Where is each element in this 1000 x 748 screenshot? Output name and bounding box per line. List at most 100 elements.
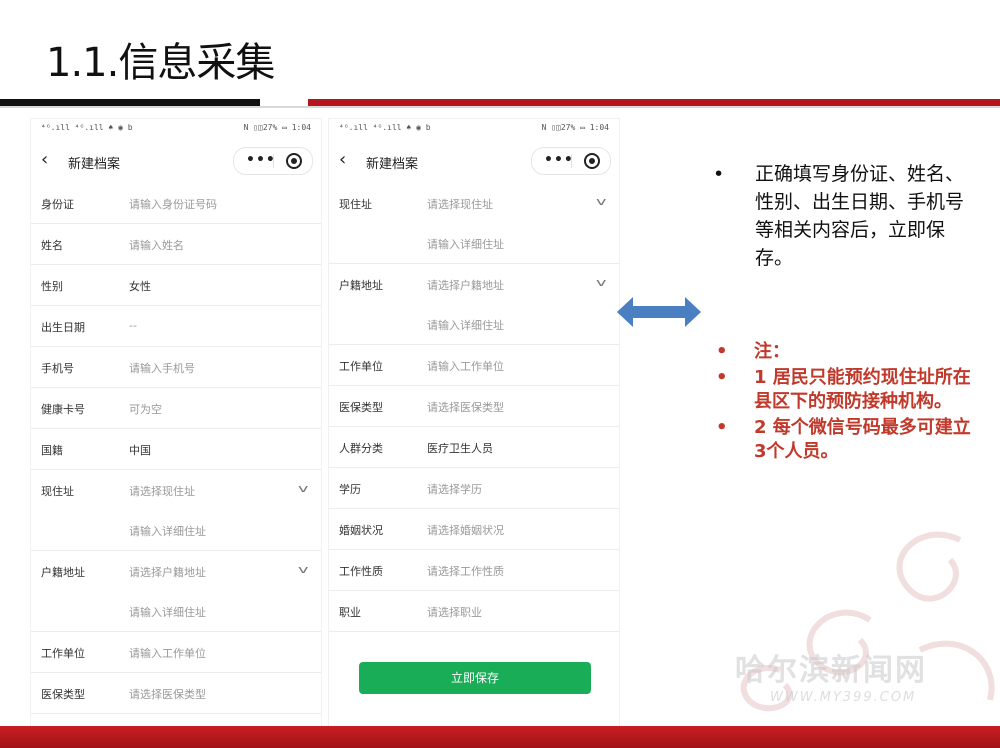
field-value[interactable]: 请输入手机号 [129,360,195,376]
field-label: 姓名 [41,239,63,252]
notes-list: • 注： • 1 居民只能预约现住址所在县区下的预防接种机构。 • 2 每个微信号码最… [716,340,976,466]
bullet-item: • 正确填写身份证、姓名、性别、出生日期、手机号等相关内容后，立即保存。 [713,160,973,272]
field-value[interactable]: 请选择工作性质 [427,563,504,579]
cloud-swirl [918,640,995,701]
field-label: 婚姻状况 [339,524,383,537]
double-arrow-shape [617,297,701,327]
form-row[interactable]: 工作单位 请输入工作单位 [31,632,321,673]
status-bar: ⁴ᴳ.ıll ⁴ᴳ.ıll ♠ ◉ b N ▯◫27% ▭ 1:04 [31,119,321,139]
form-row[interactable]: 现住址 请选择现住址 v [31,470,321,510]
form-row[interactable]: 户籍地址 请选择户籍地址 v [329,264,619,304]
capsule-divider [273,154,274,168]
form-row[interactable]: 请输入详细住址 [329,304,619,345]
note-heading: • 注： [716,340,976,364]
form-row[interactable]: 人群分类 医疗卫生人员 [329,427,619,468]
form-row[interactable]: 健康卡号 可为空 [31,388,321,429]
field-label: 国籍 [41,444,63,457]
header-title: 新建档案 [366,157,419,172]
chevron-down-icon[interactable]: v [597,195,607,208]
close-target-icon[interactable] [286,153,302,169]
form-row[interactable]: 医保类型 请选择医保类型 [329,386,619,427]
field-value[interactable]: 请选择学历 [427,481,482,497]
field-value[interactable]: 请选择职业 [427,604,482,620]
chevron-down-icon[interactable]: v [299,563,309,576]
field-value[interactable]: 请输入详细住址 [129,523,206,539]
field-label: 现住址 [339,198,372,211]
form-row[interactable]: 姓名 请输入姓名 [31,224,321,265]
form-row[interactable]: 工作性质 请选择工作性质 [329,550,619,591]
form-row[interactable]: 学历 请选择学历 [329,468,619,509]
form-row[interactable]: 户籍地址 请选择户籍地址 v [31,551,321,591]
form-row[interactable]: 出生日期 -- [31,306,321,347]
nav-header: ‹ 新建档案 ••• [31,139,321,183]
field-value[interactable]: 中国 [129,442,151,458]
field-label: 工作单位 [41,647,85,660]
field-label: 身份证 [41,198,74,211]
field-value[interactable]: 请选择户籍地址 [129,564,206,580]
form-row[interactable]: 请输入详细住址 [31,591,321,632]
back-arrow-icon[interactable]: ‹ [41,149,48,170]
field-value[interactable]: 请选择户籍地址 [427,277,504,293]
form-row[interactable]: 职业 请选择职业 [329,591,619,632]
field-label: 现住址 [41,485,74,498]
chevron-down-icon[interactable]: v [597,276,607,289]
note-item: • 2 每个微信号码最多可建立3个人员。 [716,416,976,464]
field-label: 户籍地址 [41,566,85,579]
bullet-text: 正确填写身份证、姓名、性别、出生日期、手机号等相关内容后，立即保存。 [755,163,965,269]
field-value[interactable]: -- [129,319,137,332]
field-value[interactable]: 请输入工作单位 [129,645,206,661]
field-label: 健康卡号 [41,403,85,416]
watermark-url: WWW.MY399.COM [770,690,917,705]
status-bar: ⁴ᴳ.ıll ⁴ᴳ.ıll ♠ ◉ b N ▯◫27% ▭ 1:04 [329,119,619,139]
field-value[interactable]: 请输入姓名 [129,237,184,253]
field-label: 户籍地址 [339,279,383,292]
bullet-dot: • [716,341,728,362]
field-value[interactable]: 医疗卫生人员 [427,440,493,456]
field-value[interactable]: 请输入详细住址 [129,604,206,620]
note-text: 2 每个微信号码最多可建立3个人员。 [754,417,971,462]
field-label: 性别 [41,280,63,293]
miniprogram-capsule: ••• [233,147,313,175]
more-icon[interactable]: ••• [544,152,574,168]
field-label: 人群分类 [339,442,383,455]
form-row[interactable]: 手机号 请输入手机号 [31,347,321,388]
chevron-down-icon[interactable]: v [299,482,309,495]
field-value[interactable]: 请选择现住址 [427,196,493,212]
form-row[interactable]: 请输入详细住址 [329,223,619,264]
field-label: 手机号 [41,362,74,375]
field-value[interactable]: 可为空 [129,401,162,417]
field-value[interactable]: 请选择医保类型 [427,399,504,415]
form-row[interactable]: 婚姻状况 请选择婚姻状况 [329,509,619,550]
field-value[interactable]: 女性 [129,278,151,294]
field-value[interactable]: 请选择现住址 [129,483,195,499]
field-value[interactable]: 请选择婚姻状况 [427,522,504,538]
form-row[interactable]: 性别 女性 [31,265,321,306]
close-target-icon[interactable] [584,153,600,169]
field-value[interactable]: 请选择医保类型 [129,686,206,702]
form-row[interactable]: 现住址 请选择现住址 v [329,183,619,223]
miniprogram-capsule: ••• [531,147,611,175]
field-label: 学历 [339,483,361,496]
form-row[interactable]: 请输入详细住址 [31,510,321,551]
note-item: • 1 居民只能预约现住址所在县区下的预防接种机构。 [716,366,976,414]
archive-form: 身份证 请输入身份证号码姓名 请输入姓名性别 女性出生日期 -- 手机号 请输入手机号健康卡… [31,183,321,714]
field-value[interactable]: 请输入详细住址 [427,317,504,333]
note-text: 注： [754,341,790,362]
field-value[interactable]: 请输入身份证号码 [129,196,217,212]
watermark-logo-text: 哈尔滨新闻网 [735,653,927,688]
save-button[interactable]: 立即保存 [359,662,591,694]
form-row[interactable]: 工作单位 请输入工作单位 [329,345,619,386]
field-value[interactable]: 请输入工作单位 [427,358,504,374]
phone-screenshot-right: ⁴ᴳ.ıll ⁴ᴳ.ıll ♠ ◉ b N ▯◫27% ▭ 1:04 ‹ 新建档… [328,118,620,728]
bullet-dot: • [716,417,728,438]
field-label: 出生日期 [41,321,85,334]
back-arrow-icon[interactable]: ‹ [339,149,346,170]
bullet-dot: • [716,367,728,388]
double-arrow-icon [617,297,701,327]
form-row[interactable]: 国籍 中国 [31,429,321,470]
form-row[interactable]: 身份证 请输入身份证号码 [31,183,321,224]
field-value[interactable]: 请输入详细住址 [427,236,504,252]
header-title: 新建档案 [68,157,121,172]
more-icon[interactable]: ••• [246,152,276,168]
form-row[interactable]: 医保类型 请选择医保类型 [31,673,321,714]
